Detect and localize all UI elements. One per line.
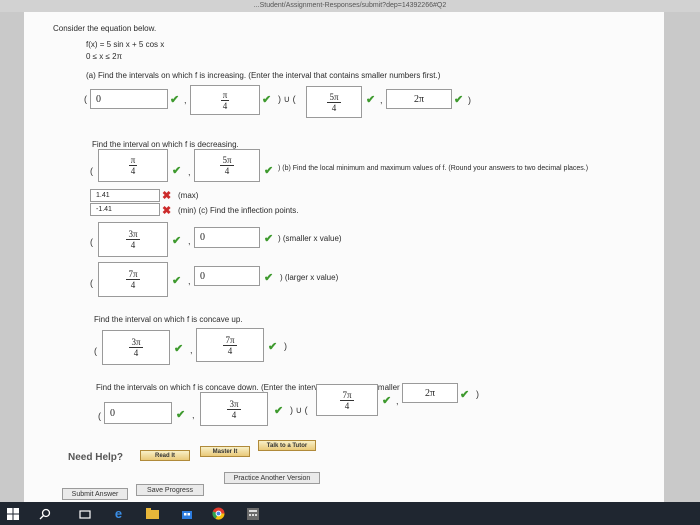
comma: , — [188, 167, 191, 177]
read-it-button[interactable]: Read It — [140, 450, 190, 461]
concave-down-2-right[interactable]: 2π — [402, 383, 458, 403]
check-icon: ✔ — [170, 94, 180, 106]
comma: , — [396, 396, 399, 406]
open-paren: ( — [94, 346, 97, 356]
calculator-icon[interactable] — [246, 507, 259, 520]
increasing-interval-1-right[interactable]: π4 — [190, 85, 260, 115]
increasing-interval-2-left[interactable]: 5π 4 — [306, 86, 362, 118]
check-icon: ✔ — [176, 409, 186, 421]
part-a-text: (a) Find the intervals on which f is inc… — [86, 71, 441, 80]
decreasing-text: Find the interval on which f is decreasi… — [92, 140, 239, 149]
increasing-interval-2-right[interactable]: 2π — [386, 89, 452, 109]
part-b-text: ) (b) Find the local minimum and maximum… — [278, 165, 589, 172]
union-symbol: ) ∪ ( — [290, 405, 308, 415]
cross-icon: ✖ — [162, 190, 172, 202]
inflection-1-x[interactable]: 3π 4 — [98, 222, 168, 257]
check-icon: ✔ — [174, 343, 184, 355]
open-paren: ( — [84, 94, 87, 104]
close-paren: ) — [476, 389, 479, 399]
larger-x-text: ) (larger x value) — [280, 273, 339, 282]
check-icon: ✔ — [366, 94, 376, 106]
inflection-2-x[interactable]: 7π 4 — [98, 262, 168, 297]
concave-down-1-left[interactable]: 0 — [104, 402, 172, 424]
browser-url-bar[interactable]: ...Student/Assignment-Responses/submit?d… — [0, 0, 700, 12]
check-icon: ✔ — [262, 94, 272, 106]
master-it-button[interactable]: Master It — [200, 446, 250, 457]
talk-to-tutor-button[interactable]: Talk to a Tutor — [258, 440, 316, 451]
decreasing-interval-right[interactable]: 5π 4 — [194, 149, 260, 182]
comma: , — [190, 345, 193, 355]
chrome-icon[interactable] — [212, 507, 225, 520]
search-icon[interactable] — [38, 507, 51, 520]
check-icon: ✔ — [172, 165, 182, 177]
check-icon: ✔ — [454, 94, 464, 106]
check-icon: ✔ — [460, 389, 470, 401]
inflection-2-y[interactable]: 0 — [194, 266, 260, 286]
check-icon: ✔ — [264, 165, 274, 177]
concave-down-text: Find the intervals on which f is concave… — [96, 383, 454, 392]
concave-down-1-right[interactable]: 3π 4 — [200, 392, 268, 426]
check-icon: ✔ — [264, 233, 274, 245]
concave-up-left[interactable]: 3π 4 — [102, 330, 170, 365]
open-paren: ( — [90, 237, 93, 247]
file-explorer-icon[interactable] — [146, 507, 159, 520]
cross-icon: ✖ — [162, 205, 172, 217]
comma: , — [188, 236, 191, 246]
min-value-field[interactable]: -1.41 — [90, 203, 160, 216]
check-icon: ✔ — [172, 275, 182, 287]
concave-down-2-left[interactable]: 7π 4 — [316, 384, 378, 416]
check-icon: ✔ — [172, 235, 182, 247]
check-icon: ✔ — [268, 341, 278, 353]
comma: , — [188, 276, 191, 286]
inflection-1-y[interactable]: 0 — [194, 227, 260, 248]
need-help-label: Need Help? — [68, 452, 124, 463]
close-paren: ) — [468, 95, 471, 105]
concave-up-right[interactable]: 7π 4 — [196, 328, 264, 362]
close-paren: ) — [284, 341, 287, 351]
open-paren: ( — [90, 278, 93, 288]
min-label: (min) (c) Find the inflection points. — [178, 206, 299, 215]
check-icon: ✔ — [382, 395, 392, 407]
concave-up-text: Find the interval on which f is concave … — [94, 315, 243, 324]
decreasing-interval-left[interactable]: π4 — [98, 149, 168, 182]
increasing-interval-1-left[interactable]: 0 — [90, 89, 168, 109]
save-progress-button[interactable]: Save Progress — [136, 484, 204, 496]
max-value-field[interactable]: 1.41 — [90, 189, 160, 202]
open-paren: ( — [90, 166, 93, 176]
check-icon: ✔ — [264, 272, 274, 284]
comma: , — [380, 95, 383, 105]
domain-text: 0 ≤ x ≤ 2π — [86, 52, 123, 61]
submit-answer-button[interactable]: Submit Answer — [62, 488, 128, 500]
task-view-icon[interactable] — [78, 507, 91, 520]
union-symbol: ) ∪ ( — [278, 94, 296, 104]
comma: , — [192, 410, 195, 420]
function-definition: f(x) = 5 sin x + 5 cos x — [86, 40, 165, 49]
practice-another-version-button[interactable]: Practice Another Version — [224, 472, 320, 484]
prompt-text: Consider the equation below. — [53, 24, 157, 33]
question-panel: Consider the equation below. f(x) = 5 si… — [24, 12, 664, 502]
smaller-x-text: ) (smaller x value) — [278, 234, 342, 243]
comma: , — [184, 95, 187, 105]
edge-browser-icon[interactable]: e — [112, 506, 125, 521]
store-icon[interactable] — [180, 507, 193, 520]
open-paren: ( — [98, 411, 101, 421]
check-icon: ✔ — [274, 405, 284, 417]
windows-start-icon[interactable] — [6, 507, 19, 520]
max-label: (max) — [178, 191, 199, 200]
windows-taskbar: e — [0, 502, 700, 525]
